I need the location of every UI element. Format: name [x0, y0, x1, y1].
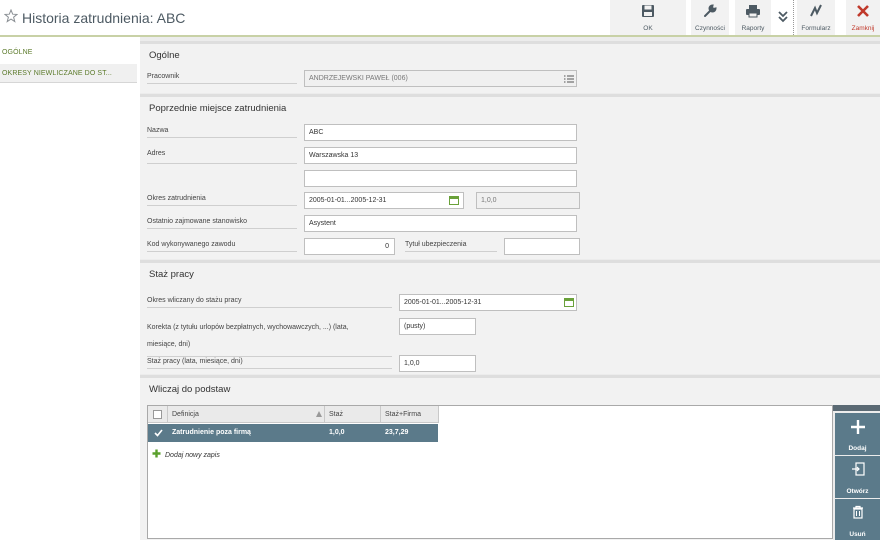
name-label: Nazwa: [147, 127, 297, 138]
reports-button[interactable]: Raporty: [735, 0, 771, 35]
actions-divider: [833, 405, 880, 411]
section-title-include: Wliczaj do podstaw: [149, 384, 231, 395]
trash-icon: [852, 505, 863, 519]
star-icon[interactable]: [4, 9, 18, 23]
open-label: Otwórz: [846, 488, 869, 495]
section-seniority: Staż pracy Okres wliczany do stażu pracy…: [140, 260, 880, 374]
section-title-general: Ogólne: [149, 50, 180, 61]
add-button[interactable]: Dodaj: [835, 413, 880, 455]
form-button[interactable]: Formularz: [797, 0, 835, 35]
sidebar: OGÓLNE OKRESY NIEWLICZANE DO ST...: [0, 37, 140, 540]
correction-label-line1: Korekta (z tytułu urlopów bezpłatnych, w…: [147, 324, 349, 331]
add-new-record-label: Dodaj nowy zapis: [165, 452, 220, 459]
address-line1-field[interactable]: Warszawska 13: [304, 147, 577, 164]
insurance-title-field[interactable]: [504, 238, 580, 255]
plus-icon: [850, 420, 865, 434]
delete-button[interactable]: Usuń: [835, 499, 880, 540]
address-label: Adres: [147, 150, 297, 164]
section-title-previous: Poprzednie miejsce zatrudnienia: [149, 103, 287, 114]
more-reports-button[interactable]: [773, 0, 793, 35]
profession-code-field[interactable]: 0: [304, 238, 395, 255]
close-icon: [857, 5, 869, 17]
cell-seniority-company: 23,7,29: [385, 429, 409, 436]
delete-label: Usuń: [849, 531, 866, 538]
employee-field[interactable]: ANDRZEJEWSKI PAWEŁ (006): [304, 70, 577, 87]
cell-definition: Zatrudnienie poza firmą: [172, 429, 251, 436]
profession-code-label: Kod wykonywanego zawodu: [147, 241, 297, 252]
grid-header: Definicja Staż Staż+Firma: [148, 406, 439, 423]
correction-label: Korekta (z tytułu urlopów bezpłatnych, w…: [147, 319, 392, 357]
position-field[interactable]: Asystent: [304, 215, 577, 232]
page-title: Historia zatrudnienia: ABC: [22, 10, 186, 26]
check-icon[interactable]: [154, 429, 163, 437]
column-seniority-company[interactable]: Staż+Firma: [381, 406, 439, 423]
window-header: Historia zatrudnienia: ABC OK Czynności …: [0, 0, 880, 37]
column-definition[interactable]: Definicja: [168, 406, 325, 423]
close-button[interactable]: Zamknij: [846, 0, 880, 35]
address-line2-field[interactable]: [304, 170, 577, 187]
plus-icon: [152, 449, 161, 458]
chevron-down-icon: [778, 11, 788, 23]
printer-icon: [746, 5, 760, 18]
ok-label: OK: [643, 25, 653, 32]
column-seniority[interactable]: Staż: [325, 406, 381, 423]
seniority-period-field[interactable]: 2005-01-01...2005-12-31: [399, 294, 577, 311]
open-button[interactable]: Otwórz: [835, 456, 880, 498]
ok-button[interactable]: OK: [610, 0, 686, 35]
main-content: Ogólne Pracownik ANDRZEJEWSKI PAWEŁ (006…: [140, 37, 880, 540]
bases-grid: Definicja Staż Staż+Firma Zatrudnienie p…: [147, 405, 833, 539]
section-general: Ogólne Pracownik ANDRZEJEWSKI PAWEŁ (006…: [140, 41, 880, 93]
sort-ascending-icon: [316, 411, 322, 417]
correction-field[interactable]: (pusty): [399, 318, 476, 335]
add-new-record-link[interactable]: Dodaj nowy zapis: [152, 449, 220, 459]
cell-seniority: 1,0,0: [329, 429, 345, 436]
calendar-icon[interactable]: [449, 195, 459, 205]
position-label: Ostatnio zajmowane stanowisko: [147, 218, 297, 229]
section-include-bases: Wliczaj do podstaw Definicja Staż Staż+F…: [140, 375, 880, 540]
employment-period-label: Okres zatrudnienia: [147, 195, 297, 206]
sidebar-item-general[interactable]: OGÓLNE: [0, 43, 137, 62]
form-icon: [810, 4, 822, 17]
insurance-title-label: Tytuł ubezpieczenia: [405, 241, 497, 252]
employment-period-field[interactable]: 2005-01-01...2005-12-31: [304, 192, 464, 209]
seniority-total-field[interactable]: 1,0,0: [399, 355, 476, 372]
actions-label: Czynności: [695, 25, 725, 32]
sidebar-item-excluded-periods[interactable]: OKRESY NIEWLICZANE DO ST...: [0, 64, 137, 83]
section-previous-employment: Poprzednie miejsce zatrudnienia Nazwa AB…: [140, 94, 880, 259]
open-icon: [851, 462, 865, 476]
add-label: Dodaj: [848, 445, 867, 452]
reports-label: Raporty: [741, 25, 765, 32]
actions-button[interactable]: Czynności: [691, 0, 729, 35]
save-icon: [642, 5, 654, 17]
form-label: Formularz: [801, 25, 831, 32]
grid-actions: Dodaj Otwórz Usuń: [833, 405, 880, 540]
seniority-period-label: Okres wliczany do stażu pracy: [147, 297, 392, 308]
seniority-total-label: Staż pracy (lata, miesiące, dni): [147, 358, 392, 369]
list-icon[interactable]: [564, 75, 574, 83]
employee-label: Pracownik: [147, 73, 297, 84]
table-row[interactable]: Zatrudnienie poza firmą 1,0,0 23,7,29: [148, 424, 438, 442]
correction-label-line2: miesiące, dni): [147, 341, 191, 348]
wrench-icon: [704, 4, 717, 17]
employment-length-field: 1,0,0: [476, 192, 580, 209]
select-all-checkbox[interactable]: [148, 406, 168, 423]
calendar-icon[interactable]: [564, 297, 574, 307]
toolbar-separator: [793, 0, 794, 35]
section-title-seniority: Staż pracy: [149, 269, 194, 280]
close-label: Zamknij: [851, 25, 875, 32]
name-field[interactable]: ABC: [304, 124, 577, 141]
